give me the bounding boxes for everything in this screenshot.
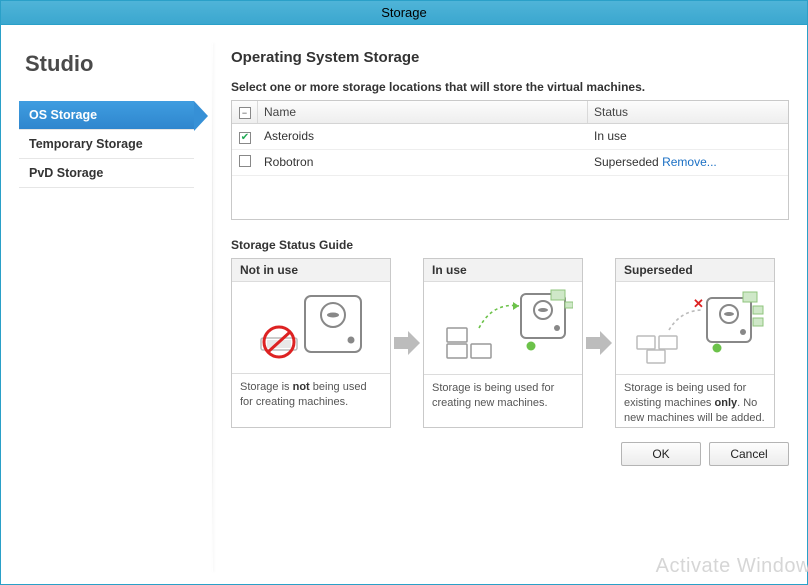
guide-card-text: Storage is being used for creating new m…: [424, 374, 582, 428]
guide-card-title: Not in use: [232, 259, 390, 282]
sidebar-item-label: Temporary Storage: [29, 137, 143, 151]
dialog-body: Studio OS Storage Temporary Storage PvD …: [1, 25, 807, 584]
status-text: Superseded: [594, 155, 659, 169]
guide-card-illustration: [424, 282, 582, 374]
row-name: Asteroids: [258, 127, 588, 146]
row-status: Superseded Remove...: [588, 153, 788, 172]
in-use-icon: [433, 288, 573, 368]
table-row[interactable]: ✔ Asteroids In use: [232, 124, 788, 150]
studio-brand: Studio: [25, 51, 194, 77]
row-checkbox[interactable]: [239, 155, 251, 167]
guide-card-title: In use: [424, 259, 582, 282]
select-all-toggle-icon[interactable]: −: [239, 107, 251, 119]
not-in-use-icon: [251, 290, 371, 366]
sidebar: Studio OS Storage Temporary Storage PvD …: [19, 43, 194, 572]
guide-card-in-use: In use: [423, 258, 583, 428]
table-row[interactable]: Robotron Superseded Remove...: [232, 150, 788, 176]
arrow-icon: [391, 258, 423, 428]
guide-card-title: Superseded: [616, 259, 774, 282]
row-status: In use: [588, 127, 788, 146]
svg-text:✕: ✕: [693, 296, 704, 311]
main-panel: Operating System Storage Select one or m…: [223, 43, 789, 572]
arrow-icon: [583, 258, 615, 428]
guide-card-not-in-use: Not in use: [231, 258, 391, 428]
row-checkbox-cell: [232, 153, 258, 172]
row-checkbox[interactable]: ✔: [239, 132, 251, 144]
guide-card-illustration: [232, 282, 390, 373]
column-header-checkbox[interactable]: −: [232, 101, 258, 123]
row-name: Robotron: [258, 153, 588, 172]
sidebar-item-os-storage[interactable]: OS Storage: [19, 101, 194, 130]
storage-table: − Name Status ✔ Asteroids In use: [231, 100, 789, 220]
sidebar-item-pvd-storage[interactable]: PvD Storage: [19, 159, 194, 188]
sidebar-item-temporary-storage[interactable]: Temporary Storage: [19, 130, 194, 159]
row-checkbox-cell: ✔: [232, 127, 258, 146]
column-header-status[interactable]: Status: [588, 101, 788, 123]
vertical-divider: [212, 43, 213, 572]
remove-link[interactable]: Remove...: [662, 155, 717, 169]
ok-button[interactable]: OK: [621, 442, 701, 466]
sidebar-item-label: PvD Storage: [29, 166, 103, 180]
status-text: In use: [594, 129, 627, 143]
dialog-window: Storage Studio OS Storage Temporary Stor…: [0, 0, 808, 585]
table-header: − Name Status: [232, 101, 788, 124]
dialog-button-row: OK Cancel: [231, 442, 789, 466]
page-title: Operating System Storage: [231, 49, 789, 66]
guide-card-superseded: Superseded: [615, 258, 775, 428]
guide-card-text: Storage is being used for existing machi…: [616, 374, 774, 428]
guide-title: Storage Status Guide: [231, 238, 789, 252]
sidebar-item-label: OS Storage: [29, 108, 97, 122]
guide-card-text: Storage is not being used for creating m…: [232, 373, 390, 427]
instruction-text: Select one or more storage locations tha…: [231, 80, 789, 94]
cancel-button[interactable]: Cancel: [709, 442, 789, 466]
superseded-icon: ✕: [625, 288, 765, 368]
column-header-name[interactable]: Name: [258, 101, 588, 123]
guide-row: Not in use: [231, 258, 789, 428]
titlebar[interactable]: Storage: [1, 1, 807, 25]
guide-card-illustration: ✕: [616, 282, 774, 374]
